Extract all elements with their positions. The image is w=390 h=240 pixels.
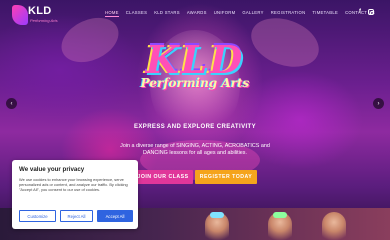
main-menu: HOME CLASSES KLD STARS AWARDS UNIFORM GA… — [105, 10, 375, 17]
cookie-reject-all-button[interactable]: Reject All — [60, 210, 93, 222]
cookie-accept-all-button[interactable]: Accept All — [97, 210, 133, 222]
cookie-title: We value your privacy — [19, 166, 85, 173]
menu-item-home[interactable]: HOME — [105, 10, 119, 17]
logo-subtext: Performing Arts — [30, 18, 58, 23]
performer-hair-bow — [210, 212, 224, 218]
hero-brand-artwork: KLD Performing Arts — [140, 40, 250, 110]
top-navbar: KLD Performing Arts HOME CLASSES KLD STA… — [0, 0, 390, 28]
menu-item-kld-stars[interactable]: KLD STARS — [154, 10, 180, 17]
logo-mark-icon — [12, 5, 28, 25]
cookie-text: We use cookies to enhance your browsing … — [19, 177, 128, 193]
slider-next-arrow-icon[interactable]: › — [373, 98, 384, 109]
hero-brand-title: KLD — [145, 37, 245, 82]
menu-item-awards[interactable]: AWARDS — [187, 10, 207, 17]
menu-item-classes[interactable]: CLASSES — [126, 10, 147, 17]
facebook-icon[interactable]: f — [359, 9, 361, 15]
register-today-button[interactable]: REGISTER TODAY — [195, 170, 257, 184]
cookie-customize-button[interactable]: Customize — [19, 210, 56, 222]
join-our-class-button[interactable]: JOIN OUR CLASS — [133, 170, 193, 184]
cookie-button-group: Customize Reject All Accept All — [19, 210, 133, 222]
hero-tagline: EXPRESS AND EXPLORE CREATIVITY — [133, 124, 257, 130]
instagram-icon[interactable] — [368, 9, 374, 15]
menu-item-gallery[interactable]: GALLERY — [242, 10, 263, 17]
logo-text: KLD — [28, 5, 52, 17]
menu-item-timetable[interactable]: TIMETABLE — [312, 10, 338, 17]
menu-item-uniform[interactable]: UNIFORM — [214, 10, 236, 17]
hero-brand-script: Performing Arts — [140, 76, 250, 90]
hero-description: Join a diverse range of SINGING, ACTING,… — [120, 143, 270, 156]
cookie-consent-banner: We value your privacy We use cookies to … — [12, 160, 138, 229]
menu-item-registration[interactable]: REGISTRATION — [271, 10, 306, 17]
performer-photo — [322, 212, 346, 240]
slider-prev-arrow-icon[interactable]: ‹ — [6, 98, 17, 109]
site-logo[interactable]: KLD Performing Arts — [12, 3, 62, 27]
performer-hair-bow — [273, 212, 287, 218]
